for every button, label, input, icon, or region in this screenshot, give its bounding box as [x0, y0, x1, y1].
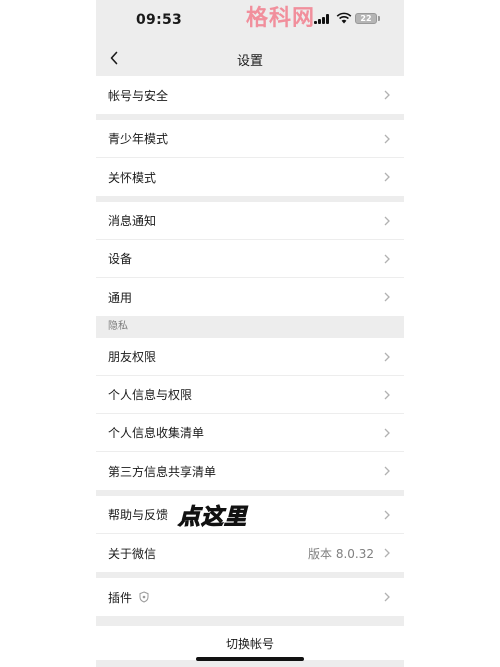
status-bar: 09:53 格科网 22 [96, 0, 404, 40]
settings-item-account-security[interactable]: 帐号与安全 [96, 76, 404, 114]
settings-item-label: 关于微信 [108, 546, 157, 561]
version-value: 版本 8.0.32 [308, 546, 374, 561]
settings-item-general[interactable]: 通用 [96, 278, 404, 316]
settings-item-label: 第三方信息共享清单 [108, 464, 217, 479]
settings-item-label: 消息通知 [108, 214, 157, 228]
wifi-icon [336, 12, 352, 24]
settings-item-label: 通用 [108, 290, 133, 305]
chevron-right-icon [382, 252, 392, 266]
chevron-right-icon [382, 508, 392, 522]
settings-item-label: 帐号与安全 [108, 88, 169, 103]
settings-item-label: 关怀模式 [108, 170, 157, 185]
shield-icon [138, 591, 150, 603]
settings-item-third-party-sharing[interactable]: 第三方信息共享清单 [96, 452, 404, 490]
settings-group-about: 帮助与反馈 关于微信 版本 8.0.32 [96, 496, 404, 572]
settings-item-plugins[interactable]: 插件 [96, 578, 404, 616]
settings-item-label: 帮助与反馈 [108, 508, 169, 522]
chevron-right-icon [382, 132, 392, 146]
settings-group-privacy: 朋友权限 个人信息与权限 个人信息收集清单 第三方信息共享清单 [96, 338, 404, 490]
settings-list: 帐号与安全 青少年模式 关怀模式 消息通知 设备 通用 隐私 朋友权限 个人信息… [96, 76, 404, 622]
chevron-right-icon [382, 426, 392, 440]
chevron-right-icon [382, 464, 392, 478]
settings-item-about-wechat[interactable]: 关于微信 版本 8.0.32 [96, 534, 404, 572]
annotation-click-here: 点这里 [177, 505, 248, 531]
status-time: 09:53 [136, 12, 183, 28]
chevron-right-icon [382, 214, 392, 228]
phone-screen: 09:53 格科网 22 设置 帐号与安全 青少年模式 关怀模式 消息通知 设备… [96, 0, 404, 667]
settings-item-label: 设备 [108, 252, 133, 266]
home-indicator [196, 657, 304, 661]
settings-item-personal-info-collection[interactable]: 个人信息收集清单 [96, 414, 404, 452]
settings-item-help-feedback[interactable]: 帮助与反馈 [96, 496, 404, 534]
page-title: 设置 [236, 54, 263, 69]
settings-group-general: 消息通知 设备 通用 [96, 202, 404, 316]
chevron-right-icon [382, 350, 392, 364]
nav-bar: 设置 [96, 40, 404, 76]
settings-item-devices[interactable]: 设备 [96, 240, 404, 278]
settings-item-personal-info-permissions[interactable]: 个人信息与权限 [96, 376, 404, 414]
watermark: 格科网 [246, 6, 316, 31]
settings-item-label: 朋友权限 [108, 350, 157, 364]
chevron-right-icon [382, 388, 392, 402]
chevron-right-icon [382, 170, 392, 184]
settings-item-teen-mode[interactable]: 青少年模式 [96, 120, 404, 158]
switch-account-button[interactable]: 切换帐号 [96, 626, 404, 660]
settings-item-friend-permissions[interactable]: 朋友权限 [96, 338, 404, 376]
signal-icon [314, 14, 330, 24]
settings-item-care-mode[interactable]: 关怀模式 [96, 158, 404, 196]
chevron-right-icon [382, 290, 392, 304]
settings-group-plugins: 插件 [96, 578, 404, 616]
chevron-right-icon [382, 88, 392, 102]
settings-group-modes: 青少年模式 关怀模式 [96, 120, 404, 196]
settings-item-label: 青少年模式 [108, 132, 169, 146]
chevron-right-icon [382, 546, 392, 560]
settings-item-label: 插件 [108, 590, 133, 605]
settings-item-notifications[interactable]: 消息通知 [96, 202, 404, 240]
section-header-privacy: 隐私 [96, 316, 404, 338]
chevron-right-icon [382, 590, 392, 604]
settings-group-account: 帐号与安全 [96, 76, 404, 114]
battery-icon: 22 [355, 13, 377, 24]
battery-level: 22 [360, 14, 372, 23]
settings-item-label: 个人信息与权限 [108, 388, 193, 402]
battery-tip [378, 16, 380, 21]
settings-item-label: 个人信息收集清单 [108, 426, 205, 440]
